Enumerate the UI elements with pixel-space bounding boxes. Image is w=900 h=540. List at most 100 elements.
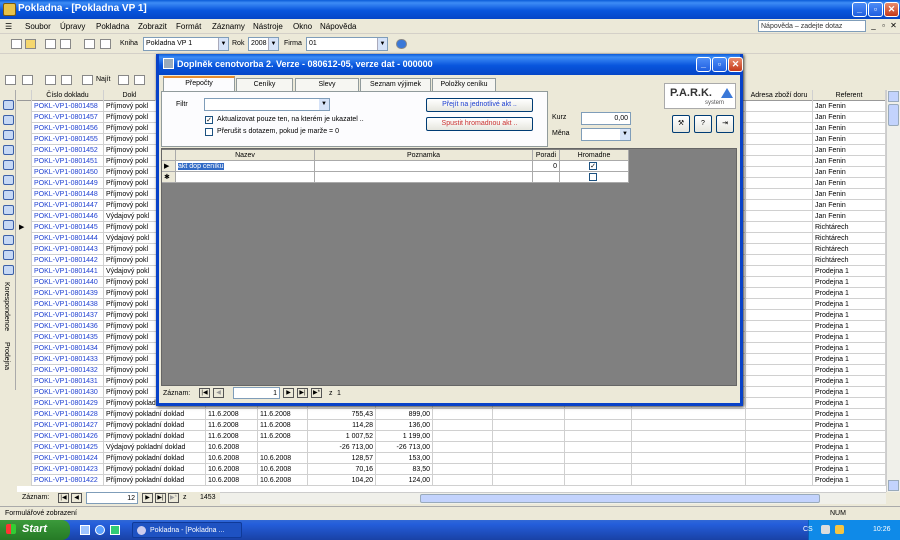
- cell-cislo-dokladu[interactable]: POKL-VP1-0801439: [32, 288, 104, 299]
- cell-cislo-dokladu[interactable]: POKL-VP1-0801429: [32, 398, 104, 409]
- tools-icon[interactable]: ⚒: [672, 115, 690, 133]
- dnav-current-field[interactable]: 1: [233, 387, 280, 399]
- cell-referent[interactable]: Prodejna 1: [813, 288, 886, 299]
- col-cislo-dokladu[interactable]: Číslo dokladu: [32, 90, 104, 101]
- menu-napoveda[interactable]: Nápověda: [320, 22, 356, 31]
- cell-cislo-dokladu[interactable]: POKL-VP1-0801423: [32, 464, 104, 475]
- scroll-down-icon[interactable]: [888, 480, 899, 491]
- cell-referent[interactable]: Prodejna 1: [813, 387, 886, 398]
- cell-referent[interactable]: Richtárech: [813, 255, 886, 266]
- cell-referent[interactable]: Jan Fenin: [813, 178, 886, 189]
- filter-form-icon[interactable]: [134, 75, 145, 85]
- cell-cislo-dokladu[interactable]: POKL-VP1-0801432: [32, 365, 104, 376]
- first-record-button[interactable]: |◀: [58, 493, 69, 503]
- cell-referent[interactable]: Prodejna 1: [813, 266, 886, 277]
- cell-referent[interactable]: Jan Fenin: [813, 145, 886, 156]
- cell-cislo-dokladu[interactable]: POKL-VP1-0801440: [32, 277, 104, 288]
- cell-datum-2[interactable]: 10.6.2008: [258, 475, 308, 486]
- last-record-button[interactable]: ▶|: [155, 493, 166, 503]
- cell-referent[interactable]: Richtárech: [813, 233, 886, 244]
- new-record-row[interactable]: ✱: [162, 172, 629, 183]
- printer-icon[interactable]: [3, 250, 14, 260]
- user-icon[interactable]: [3, 160, 14, 170]
- cell-doklad[interactable]: Příjmový pokladní doklad: [104, 475, 206, 486]
- cell-cislo-dokladu[interactable]: POKL-VP1-0801426: [32, 431, 104, 442]
- new-record-button[interactable]: ▶*: [168, 493, 179, 503]
- col-hromadne[interactable]: Hromadne: [560, 150, 629, 161]
- dialog-minimize-button[interactable]: _: [696, 57, 711, 72]
- cell-referent[interactable]: Jan Fenin: [813, 112, 886, 123]
- cell-poradi[interactable]: 0: [533, 161, 560, 172]
- mail-icon[interactable]: [3, 100, 14, 110]
- menu-format[interactable]: Formát: [176, 22, 201, 31]
- building-icon[interactable]: [3, 205, 14, 215]
- cell-datum-2[interactable]: 10.6.2008: [258, 453, 308, 464]
- dialog-titlebar[interactable]: Doplněk cenotvorba 2. Verze - 080612-05,…: [159, 54, 743, 75]
- menu-okno[interactable]: Okno: [293, 22, 312, 31]
- help-icon[interactable]: [396, 39, 407, 49]
- show-desktop-icon[interactable]: [80, 525, 90, 535]
- cell-hromadne[interactable]: ✓: [560, 161, 629, 172]
- cell-referent[interactable]: Prodejna 1: [813, 321, 886, 332]
- menu-nastroje[interactable]: Nástroje: [253, 22, 283, 31]
- cell-castka-1[interactable]: 114,28: [308, 420, 376, 431]
- help-search-input[interactable]: Nápověda – zadejte dotaz: [758, 20, 866, 32]
- media-icon[interactable]: [110, 525, 120, 535]
- cell-referent[interactable]: Prodejna 1: [813, 365, 886, 376]
- new-record-button[interactable]: ▶*: [311, 388, 322, 398]
- home-icon[interactable]: [3, 130, 14, 140]
- table-row[interactable]: POKL-VP1-0801425 Výdajový pokladní doklad…: [17, 442, 886, 453]
- cell-castka-2[interactable]: 1 199,00: [376, 431, 433, 442]
- cell-doklad[interactable]: Příjmový pokladní doklad: [104, 431, 206, 442]
- cell-castka-2[interactable]: 124,00: [376, 475, 433, 486]
- cell-cislo-dokladu[interactable]: POKL-VP1-0801455: [32, 134, 104, 145]
- cell-referent[interactable]: Jan Fenin: [813, 123, 886, 134]
- cell-castka-1[interactable]: -26 713,00: [308, 442, 376, 453]
- hromadne-checkbox[interactable]: ✓: [589, 162, 597, 170]
- network-icon[interactable]: [835, 525, 844, 534]
- cell-cislo-dokladu[interactable]: POKL-VP1-0801451: [32, 156, 104, 167]
- mena-select[interactable]: ▼: [581, 128, 631, 141]
- copy-icon[interactable]: [84, 39, 95, 49]
- cell-cislo-dokladu[interactable]: POKL-VP1-0801450: [32, 167, 104, 178]
- cell-cislo-dokladu[interactable]: POKL-VP1-0801431: [32, 376, 104, 387]
- cell-doklad[interactable]: Výdajový pokladní doklad: [104, 442, 206, 453]
- sort-asc-icon[interactable]: [5, 75, 16, 85]
- cell-doklad[interactable]: Příjmový pokladní doklad: [104, 420, 206, 431]
- kurz-input[interactable]: 0,00: [581, 112, 631, 125]
- cell-datum-1[interactable]: 10.6.2008: [206, 464, 258, 475]
- cell-referent[interactable]: Prodejna 1: [813, 354, 886, 365]
- new-cell-poznamka[interactable]: [315, 172, 533, 183]
- cell-cislo-dokladu[interactable]: POKL-VP1-0801434: [32, 343, 104, 354]
- cell-castka-2[interactable]: 83,50: [376, 464, 433, 475]
- row-pointer-icon[interactable]: ▶: [162, 161, 176, 172]
- col-referent[interactable]: Referent: [813, 90, 886, 101]
- bank-icon[interactable]: [3, 115, 14, 125]
- btn-prejit-jednotlive[interactable]: Přejít na jednotlivé akt ..: [426, 98, 533, 112]
- filter-icon[interactable]: [45, 75, 56, 85]
- cell-doklad[interactable]: Příjmový pokladní doklad: [104, 453, 206, 464]
- browser-icon[interactable]: [95, 525, 105, 535]
- cell-cislo-dokladu[interactable]: POKL-VP1-0801427: [32, 420, 104, 431]
- next-record-button[interactable]: ▶: [283, 388, 294, 398]
- menu-zobrazit[interactable]: Zobrazit: [138, 22, 167, 31]
- new-hromadne-checkbox[interactable]: [589, 173, 597, 181]
- cell-datum-2[interactable]: [258, 442, 308, 453]
- firma-select[interactable]: 01 ▼: [306, 37, 388, 51]
- close-button[interactable]: ✕: [884, 2, 899, 17]
- table-row[interactable]: POKL-VP1-0801427 Příjmový pokladní doklad…: [17, 420, 886, 431]
- first-record-button[interactable]: |◀: [199, 388, 210, 398]
- cell-referent[interactable]: Prodejna 1: [813, 464, 886, 475]
- truck-icon[interactable]: [3, 235, 14, 245]
- cell-referent[interactable]: Prodejna 1: [813, 453, 886, 464]
- cart-icon[interactable]: [3, 265, 14, 275]
- cell-nazev[interactable]: akt dop ceníku: [176, 161, 315, 172]
- cell-cislo-dokladu[interactable]: POKL-VP1-0801447: [32, 200, 104, 211]
- dialog-maximize-button[interactable]: ▫: [712, 57, 727, 72]
- cell-cislo-dokladu[interactable]: POKL-VP1-0801445: [32, 222, 104, 233]
- folder-icon[interactable]: [3, 220, 14, 230]
- cell-referent[interactable]: Jan Fenin: [813, 101, 886, 112]
- cell-cislo-dokladu[interactable]: POKL-VP1-0801422: [32, 475, 104, 486]
- cell-cislo-dokladu[interactable]: POKL-VP1-0801443: [32, 244, 104, 255]
- maximize-button[interactable]: ▫: [868, 2, 883, 17]
